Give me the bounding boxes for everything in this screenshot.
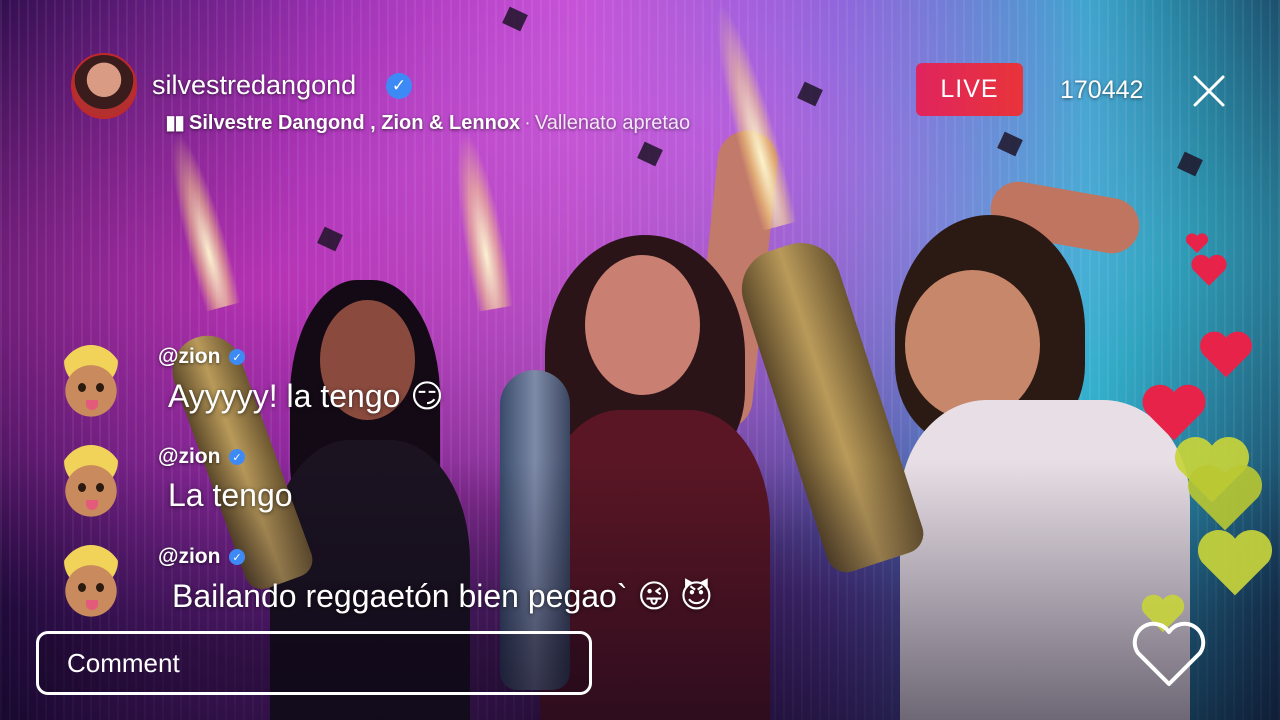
- live-badge: LIVE: [916, 63, 1023, 116]
- comment-message: La tengo: [168, 477, 293, 513]
- comment-item: @zion ✓ La tengo: [58, 445, 778, 535]
- equalizer-bars-icon: ▮▮: [165, 112, 185, 134]
- comment-text: Ayyyyy! la tengo 😏: [168, 377, 444, 415]
- smirk-emoji-icon: 😏: [410, 378, 444, 414]
- commenter-avatar[interactable]: [58, 445, 124, 519]
- comment-input[interactable]: [36, 631, 592, 695]
- comment-username[interactable]: @zion: [158, 345, 220, 369]
- verified-badge-icon: ✓: [229, 349, 245, 365]
- verified-badge-icon: ✓: [229, 549, 245, 565]
- floating-heart-icon: [1185, 233, 1209, 253]
- floating-heart-icon: [1187, 464, 1263, 531]
- verified-badge-icon: ✓: [229, 449, 245, 465]
- comment-username[interactable]: @zion: [158, 545, 220, 569]
- song-artist: Silvestre Dangond , Zion & Lennox: [189, 112, 521, 134]
- heart-outline-icon[interactable]: [1130, 620, 1208, 690]
- dancer-right-face: [905, 270, 1040, 420]
- floating-heart-icon: [1200, 331, 1252, 378]
- comment-text: La tengo: [168, 477, 293, 514]
- comment-item: @zion ✓ Bailando reggaetón bien pegao` 😜 …: [58, 545, 778, 635]
- comment-username[interactable]: @zion: [158, 445, 220, 469]
- viewer-count[interactable]: 170442: [1060, 76, 1143, 105]
- comment-text: Bailando reggaetón bien pegao` 😜 😈: [172, 577, 713, 615]
- now-playing[interactable]: ▮▮ Silvestre Dangond , Zion & Lennox · Vall…: [165, 110, 690, 135]
- wink-devil-emoji-icon: 😜 😈: [637, 578, 714, 614]
- comment-message: Bailando reggaetón bien pegao`: [172, 578, 628, 614]
- comment-message: Ayyyyy! la tengo: [168, 378, 401, 414]
- close-icon[interactable]: [1190, 72, 1228, 110]
- song-separator: ·: [524, 112, 531, 134]
- commenter-avatar[interactable]: [58, 545, 124, 619]
- comment-item: @zion ✓ Ayyyyy! la tengo 😏: [58, 345, 778, 435]
- commenter-avatar[interactable]: [58, 345, 124, 419]
- host-avatar[interactable]: [71, 53, 137, 119]
- host-username[interactable]: silvestredangond: [152, 70, 356, 101]
- verified-badge-icon: ✓: [386, 73, 412, 99]
- song-title: Vallenato apretao: [534, 112, 691, 134]
- floating-heart-icon: [1191, 254, 1227, 286]
- floating-heart-icon: [1197, 529, 1273, 596]
